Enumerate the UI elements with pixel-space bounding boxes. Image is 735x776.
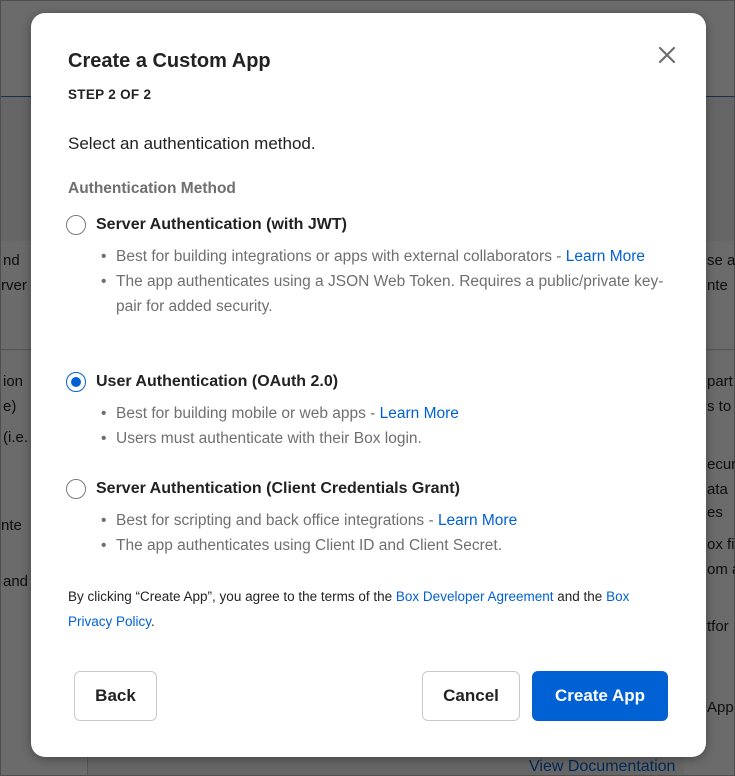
option-description-list: Best for building integrations or apps w… [101,244,671,319]
background-text: tfor [707,618,729,635]
create-custom-app-dialog: Create a Custom App STEP 2 OF 2 Select a… [31,13,706,757]
background-text: s to [707,398,732,415]
background-text: ecur [707,456,735,473]
background-text: ox fi [707,536,735,553]
option-label: Server Authentication (with JWT) [96,216,347,233]
background-text: e) [3,398,17,415]
option-description-list: Best for scripting and back office integ… [101,508,671,558]
learn-more-link[interactable]: Learn More [438,512,517,529]
option-server-auth-ccg[interactable]: Server Authentication (Client Credential… [66,479,460,499]
background-text: se a [707,252,735,269]
background-text: part [707,373,733,390]
background-text: and [3,573,29,590]
option-description-item: Best for building mobile or web apps - L… [101,401,671,426]
radio-user-auth-oauth[interactable] [66,372,86,392]
close-icon [658,46,676,64]
option-description-item: Best for building integrations or apps w… [101,244,671,269]
dialog-title: Create a Custom App [68,50,271,72]
background-text: es [707,504,723,521]
option-server-auth-jwt[interactable]: Server Authentication (with JWT) [66,215,347,235]
authentication-method-label: Authentication Method [68,180,236,197]
background-text: nte [707,277,728,294]
option-description-item: Users must authenticate with their Box l… [101,426,671,451]
background-text: App [707,699,734,716]
background-text: nte [1,517,22,534]
option-label: Server Authentication (Client Credential… [96,480,460,497]
agreement-text: By clicking “Create App”, you agree to t… [68,589,630,629]
developer-agreement-link[interactable]: Box Developer Agreement [396,589,554,604]
option-description-item: Best for scripting and back office integ… [101,508,671,533]
back-button[interactable]: Back [74,671,157,721]
step-indicator: STEP 2 OF 2 [68,87,152,102]
background-text: (i.e. [3,429,29,446]
dialog-prompt: Select an authentication method. [68,134,316,153]
option-label: User Authentication (OAuth 2.0) [96,373,339,390]
background-text: nd [3,252,20,269]
radio-server-auth-jwt[interactable] [66,215,86,235]
background-text: ata [707,481,728,498]
close-button[interactable] [651,39,683,71]
cancel-button[interactable]: Cancel [422,671,520,721]
radio-server-auth-ccg[interactable] [66,479,86,499]
create-app-button[interactable]: Create App [532,671,668,721]
background-text: ion [3,373,24,390]
background-text: om a [707,561,735,578]
view-documentation-link: View Documentation [529,758,676,775]
option-user-auth-oauth[interactable]: User Authentication (OAuth 2.0) [66,372,338,392]
option-description-list: Best for building mobile or web apps - L… [101,401,671,451]
radio-selected-dot [71,377,81,387]
learn-more-link[interactable]: Learn More [566,248,645,265]
background-text: rver [1,277,27,294]
learn-more-link[interactable]: Learn More [380,405,459,422]
option-description-item: The app authenticates using Client ID an… [101,533,671,558]
option-description-item: The app authenticates using a JSON Web T… [101,269,671,319]
